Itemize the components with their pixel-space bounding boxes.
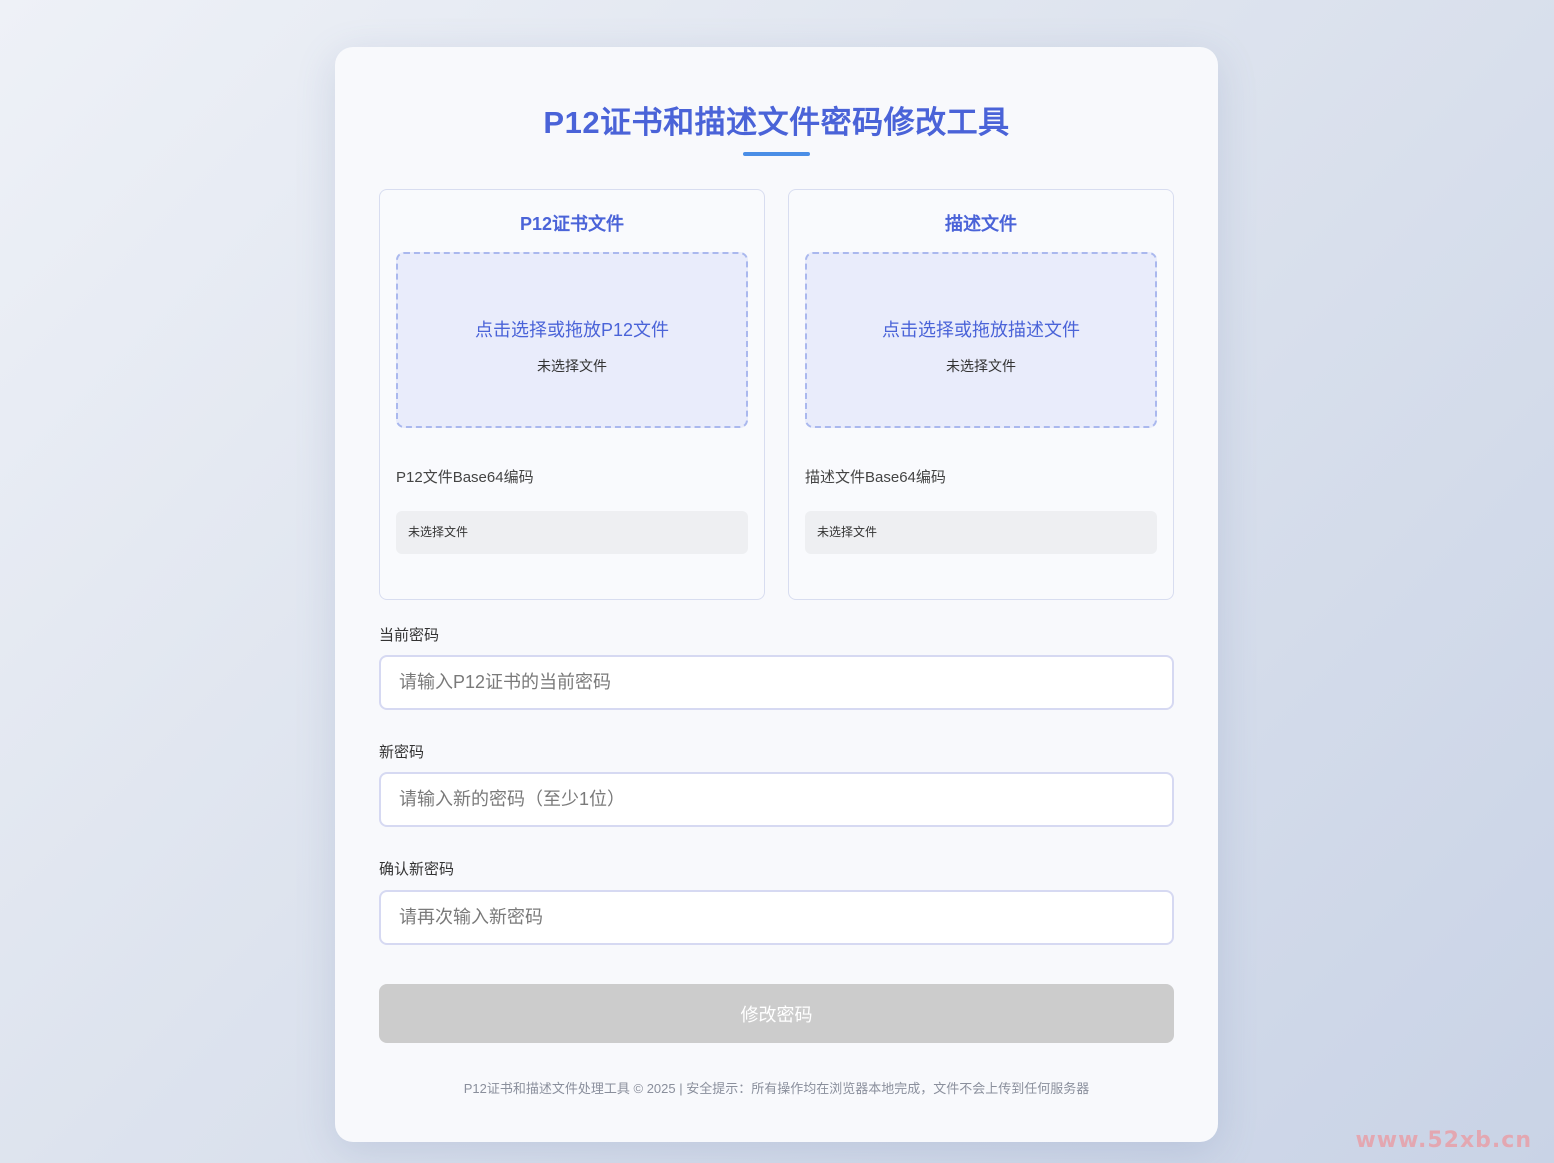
profile-base64-label: 描述文件Base64编码 xyxy=(805,469,946,486)
change-password-button[interactable]: 修改密码 xyxy=(379,984,1174,1043)
new-password-label: 新密码 xyxy=(379,744,425,761)
profile-file-status: 未选择文件 xyxy=(946,358,1016,374)
current-password-label: 当前密码 xyxy=(379,627,440,644)
profile-drop-zone[interactable]: 点击选择或拖放描述文件 未选择文件 xyxy=(805,252,1157,428)
p12-drop-zone[interactable]: 点击选择或拖放P12文件 未选择文件 xyxy=(396,252,748,428)
profile-file-panel: 描述文件 点击选择或拖放描述文件 未选择文件 描述文件Base64编码 未选择文… xyxy=(788,189,1174,600)
p12-base64-label: P12文件Base64编码 xyxy=(396,469,534,486)
title-underline xyxy=(743,152,810,156)
footer-note: P12证书和描述文件处理工具 © 2025 | 安全提示：所有操作均在浏览器本地… xyxy=(463,1081,1090,1096)
profile-panel-title: 描述文件 xyxy=(945,214,1017,234)
p12-file-panel: P12证书文件 点击选择或拖放P12文件 未选择文件 P12文件Base64编码… xyxy=(379,189,765,600)
profile-drop-text: 点击选择或拖放描述文件 xyxy=(882,320,1080,340)
current-password-input[interactable] xyxy=(379,655,1174,710)
p12-drop-text: 点击选择或拖放P12文件 xyxy=(474,320,670,340)
page-title: P12证书和描述文件密码修改工具 xyxy=(543,105,1010,140)
p12-base64-output[interactable]: 未选择文件 xyxy=(396,511,748,554)
confirm-password-label: 确认新密码 xyxy=(379,861,455,878)
site-watermark: www.52xb.cn xyxy=(1355,1128,1532,1153)
new-password-input[interactable] xyxy=(379,772,1174,827)
p12-file-status: 未选择文件 xyxy=(537,358,607,374)
confirm-password-input[interactable] xyxy=(379,890,1174,945)
profile-base64-output[interactable]: 未选择文件 xyxy=(805,511,1157,554)
p12-panel-title: P12证书文件 xyxy=(519,214,625,234)
main-card: P12证书和描述文件密码修改工具 P12证书文件 点击选择或拖放P12文件 未选… xyxy=(335,47,1218,1142)
